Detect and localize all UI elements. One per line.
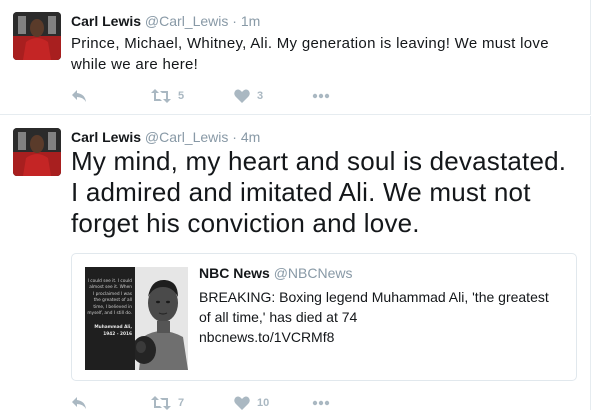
retweet-count: 5: [178, 90, 185, 102]
separator: ·: [232, 13, 237, 29]
quoted-tweet-image[interactable]: I could see it. I could almost see it. W…: [85, 267, 188, 370]
boxer-photo: [135, 267, 188, 370]
author-handle[interactable]: @Carl_Lewis: [145, 129, 228, 145]
like-button[interactable]: 10: [234, 396, 312, 410]
like-count: 10: [257, 397, 270, 409]
avatar-image: [13, 12, 61, 60]
quoted-tweet-card[interactable]: I could see it. I could almost see it. W…: [71, 253, 577, 381]
like-count: 3: [257, 90, 264, 102]
timestamp[interactable]: 4m: [241, 129, 260, 145]
tweet-actions: 7 10: [71, 393, 330, 410]
reply-button[interactable]: [71, 396, 151, 410]
image-quote-panel: I could see it. I could almost see it. W…: [85, 267, 135, 370]
tweet-header: Carl Lewis @Carl_Lewis · 1m: [71, 13, 260, 29]
quoted-text: BREAKING: Boxing legend Muhammad Ali, 't…: [199, 289, 549, 325]
tweet-text: Prince, Michael, Whitney, Ali. My genera…: [71, 35, 549, 73]
heart-icon: [234, 89, 250, 103]
quoted-tweet-text: BREAKING: Boxing legend Muhammad Ali, 't…: [199, 287, 559, 347]
quoted-tweet-header: NBC News @NBCNews: [199, 265, 352, 281]
tweet[interactable]: Carl Lewis @Carl_Lewis · 4m My mind, my …: [0, 116, 591, 410]
more-button[interactable]: [312, 400, 330, 406]
author-handle[interactable]: @Carl_Lewis: [145, 13, 228, 29]
quoted-link[interactable]: nbcnews.to/1VCRMf8: [199, 327, 559, 347]
avatar[interactable]: [13, 128, 61, 176]
more-button[interactable]: [312, 93, 330, 99]
retweet-button[interactable]: 7: [151, 396, 234, 410]
tweet[interactable]: Carl Lewis @Carl_Lewis · 1m Prince, Mich…: [0, 0, 591, 115]
quoted-author-name[interactable]: NBC News: [199, 265, 270, 281]
retweet-button[interactable]: 5: [151, 89, 234, 103]
retweet-count: 7: [178, 397, 185, 409]
reply-button[interactable]: [71, 89, 151, 103]
reply-icon: [72, 397, 86, 409]
tweet-header: Carl Lewis @Carl_Lewis · 4m: [71, 129, 260, 145]
reply-icon: [72, 90, 86, 102]
avatar-image: [13, 128, 61, 176]
more-icon: [312, 93, 330, 99]
image-quote-credit: Muhammad Ali, 1942 - 2016: [94, 325, 132, 337]
retweet-icon: [151, 396, 171, 410]
author-name[interactable]: Carl Lewis: [71, 13, 141, 29]
image-quote-text: I could see it. I could almost see it. W…: [87, 279, 132, 317]
tweet-actions: 5 3: [71, 86, 330, 106]
like-button[interactable]: 3: [234, 89, 312, 103]
tweet-text: My mind, my heart and soul is devastated…: [71, 146, 567, 238]
quoted-author-handle[interactable]: @NBCNews: [274, 265, 353, 281]
timestamp[interactable]: 1m: [241, 13, 260, 29]
retweet-icon: [151, 89, 171, 103]
separator: ·: [232, 129, 237, 145]
more-icon: [312, 400, 330, 406]
avatar[interactable]: [13, 12, 61, 60]
heart-icon: [234, 396, 250, 410]
author-name[interactable]: Carl Lewis: [71, 129, 141, 145]
